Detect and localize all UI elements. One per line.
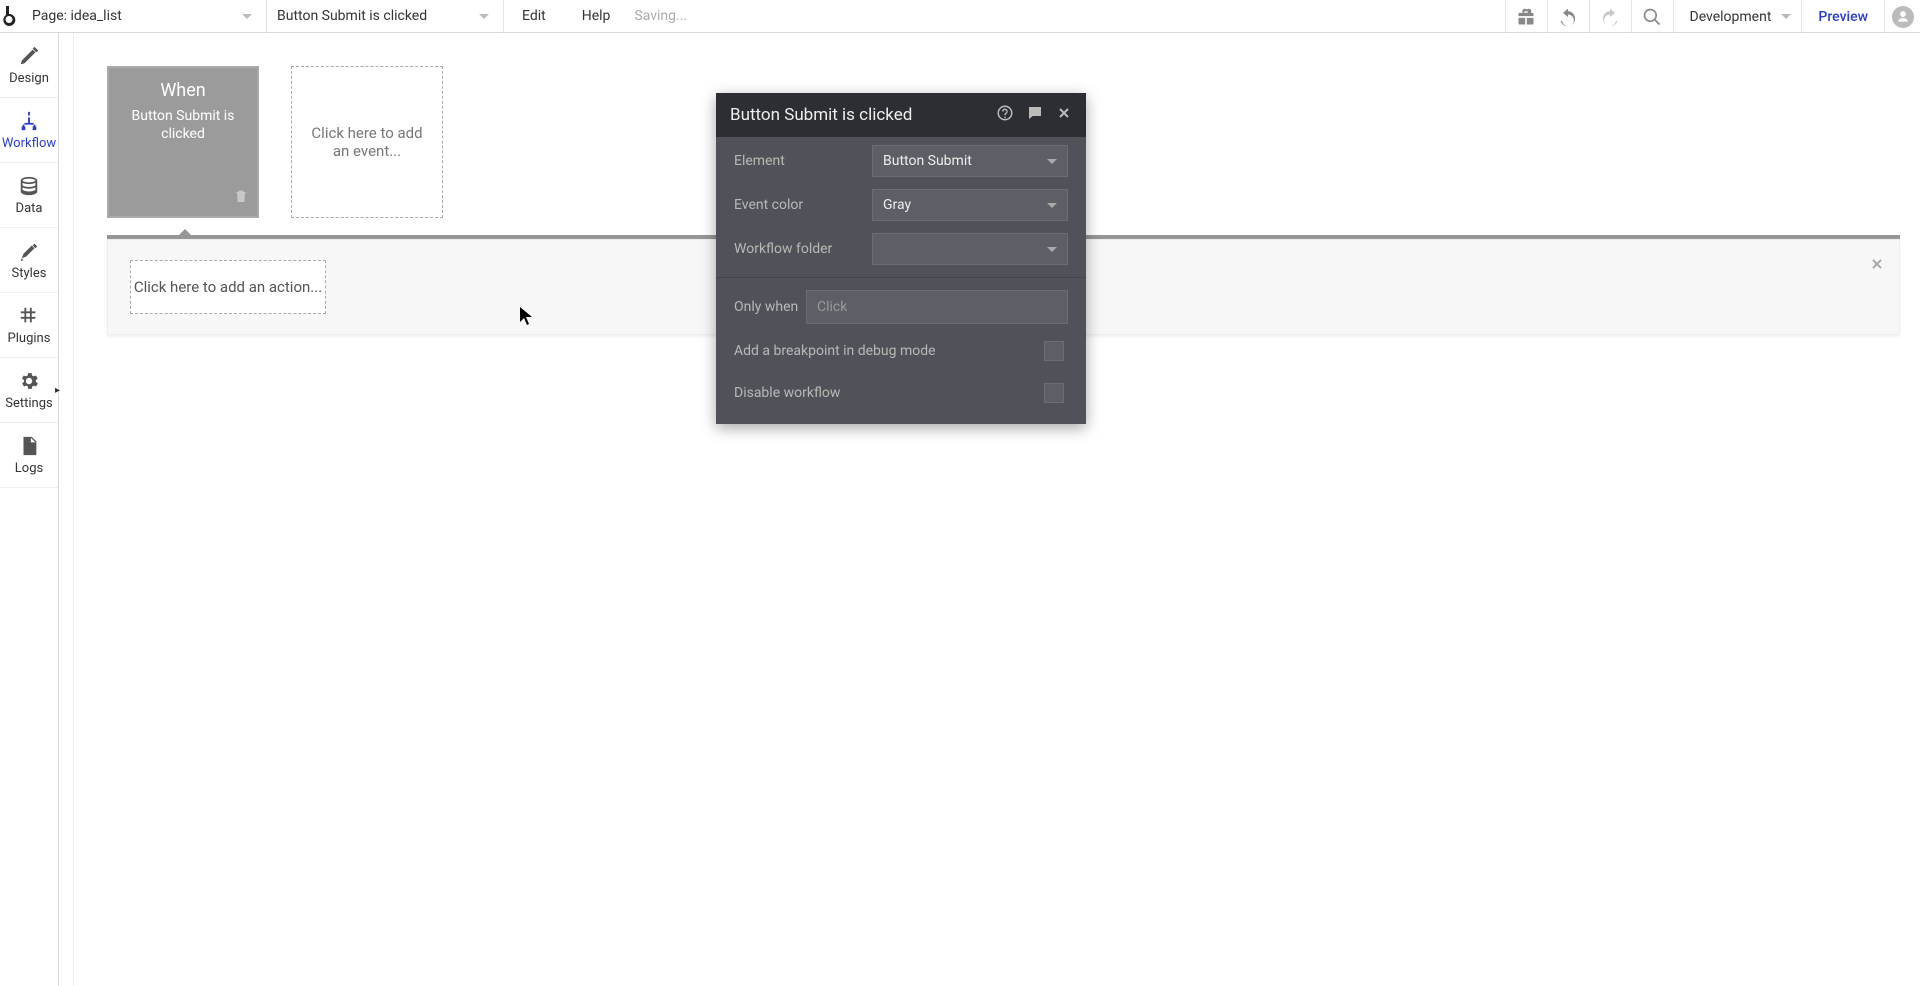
sidebar-item-data[interactable]: Data <box>0 163 58 228</box>
panel-body: Element Button Submit Event color Gray W… <box>716 137 1086 424</box>
sidebar-gutter <box>59 33 74 986</box>
chevron-down-icon <box>1781 14 1791 19</box>
event-properties-panel: Button Submit is clicked Element Button … <box>716 93 1086 424</box>
element-label: Element <box>734 153 872 169</box>
sidebar-item-label: Styles <box>12 266 47 281</box>
chevron-down-icon <box>1047 247 1057 252</box>
workflow-event-block[interactable]: When Button Submit is clicked <box>107 66 259 218</box>
sidebar-item-label: Workflow <box>2 136 56 151</box>
page-selector-label: Page: idea_list <box>32 8 122 24</box>
breakpoint-label: Add a breakpoint in debug mode <box>734 343 936 359</box>
sidebar-item-plugins[interactable]: Plugins <box>0 293 58 358</box>
workflow-canvas: When Button Submit is clicked Click here… <box>74 33 1920 986</box>
sidebar-item-logs[interactable]: Logs <box>0 423 58 488</box>
panel-title: Button Submit is clicked <box>730 105 912 125</box>
search-button[interactable] <box>1631 0 1673 33</box>
breakpoint-checkbox[interactable] <box>1044 341 1064 361</box>
panel-divider <box>716 277 1086 278</box>
page-selector[interactable]: Page: idea_list <box>22 0 267 33</box>
disable-label: Disable workflow <box>734 385 840 401</box>
add-action-button[interactable]: Click here to add an action... <box>130 260 326 314</box>
only-when-input[interactable]: Click <box>806 290 1068 324</box>
add-event-button[interactable]: Click here to add an event... <box>291 66 443 218</box>
undo-button[interactable] <box>1547 0 1589 33</box>
events-row: When Button Submit is clicked Click here… <box>107 66 443 218</box>
gift-button[interactable] <box>1505 0 1547 33</box>
chevron-down-icon <box>1047 159 1057 164</box>
event-color-label: Event color <box>734 197 872 213</box>
account-button[interactable] <box>1884 0 1920 33</box>
row-only-when: Only when Click <box>716 284 1086 330</box>
sidebar-item-workflow[interactable]: Workflow <box>0 98 58 163</box>
panel-close-button[interactable] <box>1056 105 1072 126</box>
disable-checkbox[interactable] <box>1044 383 1064 403</box>
panel-comment-button[interactable] <box>1026 104 1044 127</box>
chevron-down-icon <box>242 14 252 19</box>
version-selector[interactable]: Development <box>1673 0 1802 33</box>
event-color-select[interactable]: Gray <box>872 189 1068 221</box>
event-selector-label: Button Submit is clicked <box>277 8 427 24</box>
workflow-folder-label: Workflow folder <box>734 241 872 257</box>
row-disable: Disable workflow <box>716 372 1086 414</box>
only-when-placeholder: Click <box>817 299 847 315</box>
panel-help-button[interactable] <box>996 104 1014 127</box>
panel-header[interactable]: Button Submit is clicked <box>716 93 1086 137</box>
sidebar-item-label: Design <box>9 71 49 86</box>
sidebar-item-label: Settings <box>5 396 52 411</box>
chevron-down-icon <box>1047 203 1057 208</box>
chevron-down-icon <box>479 14 489 19</box>
row-workflow-folder: Workflow folder <box>716 227 1086 271</box>
add-event-label: Click here to add an event... <box>308 124 426 160</box>
version-label: Development <box>1690 9 1772 25</box>
event-description: Button Submit is clicked <box>109 107 257 143</box>
edit-link[interactable]: Edit <box>504 0 564 33</box>
row-element: Element Button Submit <box>716 139 1086 183</box>
only-when-label: Only when <box>734 299 806 315</box>
topbar: Page: idea_list Button Submit is clicked… <box>0 0 1920 33</box>
sidebar-item-settings[interactable]: Settings <box>0 358 58 423</box>
sidebar-item-label: Data <box>16 201 43 216</box>
sidebar-item-label: Logs <box>15 461 43 476</box>
event-selector[interactable]: Button Submit is clicked <box>267 0 504 33</box>
sidebar-item-styles[interactable]: Styles <box>0 228 58 293</box>
topbar-right: Development Preview <box>1505 0 1920 33</box>
row-event-color: Event color Gray <box>716 183 1086 227</box>
saving-status: Saving... <box>628 8 687 24</box>
redo-button[interactable] <box>1589 0 1631 33</box>
help-link[interactable]: Help <box>564 0 629 33</box>
workflow-folder-select[interactable] <box>872 233 1068 265</box>
avatar-icon <box>1892 6 1914 28</box>
event-when-label: When <box>160 80 205 101</box>
sidebar-item-design[interactable]: Design <box>0 33 58 98</box>
element-select[interactable]: Button Submit <box>872 145 1068 177</box>
close-actions-button[interactable] <box>1869 256 1885 276</box>
sidebar: Design Workflow Data Styles Plugins Sett… <box>0 33 59 986</box>
preview-button[interactable]: Preview <box>1801 0 1884 33</box>
element-select-value: Button Submit <box>883 153 972 169</box>
add-action-label: Click here to add an action... <box>134 278 322 296</box>
event-color-select-value: Gray <box>883 197 911 213</box>
row-breakpoint: Add a breakpoint in debug mode <box>716 330 1086 372</box>
delete-event-button[interactable] <box>233 188 249 208</box>
app-logo[interactable] <box>0 0 22 33</box>
sidebar-item-label: Plugins <box>8 331 51 346</box>
